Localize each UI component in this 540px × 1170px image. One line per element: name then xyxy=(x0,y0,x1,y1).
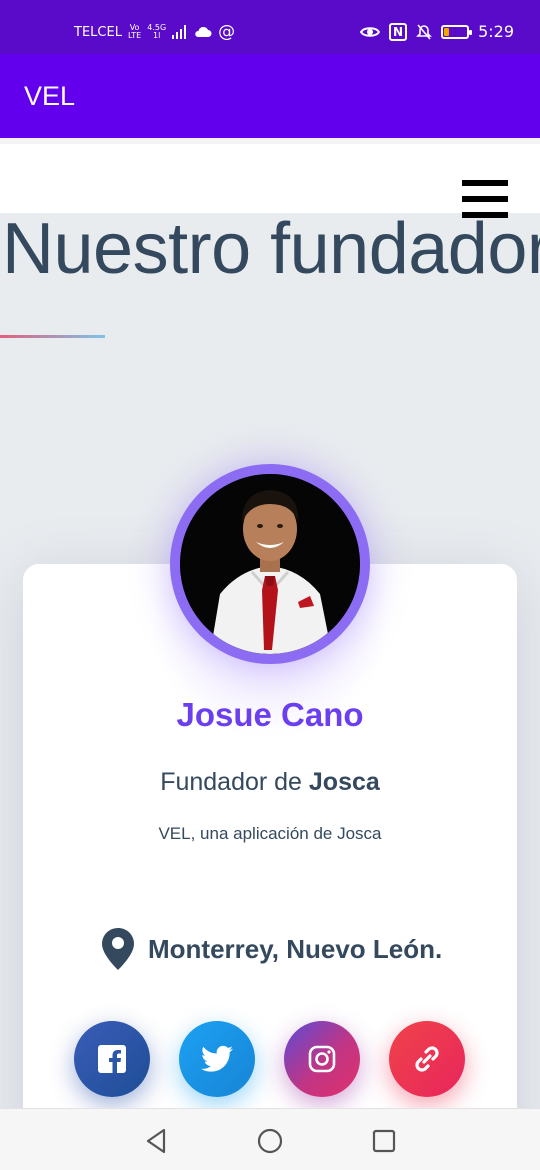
app-bar: VEL xyxy=(0,54,540,138)
eye-icon xyxy=(360,26,381,37)
map-pin-icon xyxy=(102,928,134,970)
link-button[interactable] xyxy=(389,1021,465,1097)
avatar xyxy=(180,474,360,654)
status-right: N 5:29 xyxy=(360,22,514,41)
founder-photo xyxy=(180,474,360,654)
twitter-icon xyxy=(201,1045,233,1072)
home-icon[interactable] xyxy=(256,1127,284,1155)
volte-indicator: Vo LTE xyxy=(127,23,142,40)
status-time: 5:29 xyxy=(478,22,514,41)
battery-icon xyxy=(441,24,473,39)
system-nav-bar xyxy=(0,1108,540,1170)
network-type-indicator: 4.5G 1l xyxy=(147,23,167,40)
back-icon[interactable] xyxy=(142,1127,170,1155)
signal-icon xyxy=(172,25,187,39)
instagram-button[interactable] xyxy=(284,1021,360,1097)
nfc-icon: N xyxy=(389,22,408,41)
bell-muted-icon xyxy=(416,23,432,40)
facebook-icon xyxy=(98,1045,126,1073)
section-title: Nuestro fundador xyxy=(2,209,540,289)
company-name: Josca xyxy=(308,768,380,796)
instagram-icon xyxy=(308,1045,336,1073)
link-icon xyxy=(415,1046,439,1072)
founder-tagline: VEL, una aplicación de Josca xyxy=(158,824,382,843)
web-header xyxy=(0,138,540,218)
twitter-button[interactable] xyxy=(179,1021,255,1097)
location-text: Monterrey, Nuevo León. xyxy=(148,933,443,964)
facebook-button[interactable] xyxy=(74,1021,150,1097)
cloud-icon xyxy=(195,26,212,37)
at-icon: @ xyxy=(218,22,236,42)
founder-name: Josue Cano xyxy=(176,696,364,733)
status-bar: TELCEL Vo LTE 4.5G 1l @ N 5:29 xyxy=(0,0,540,54)
title-underline xyxy=(0,335,105,338)
location: Monterrey, Nuevo León. xyxy=(102,928,442,970)
carrier-name: TELCEL xyxy=(74,24,122,40)
app-title: VEL xyxy=(24,81,76,111)
recents-icon[interactable] xyxy=(370,1127,398,1155)
status-left: TELCEL Vo LTE 4.5G 1l @ xyxy=(74,22,235,42)
founder-role: Fundador de Josca xyxy=(160,768,380,796)
